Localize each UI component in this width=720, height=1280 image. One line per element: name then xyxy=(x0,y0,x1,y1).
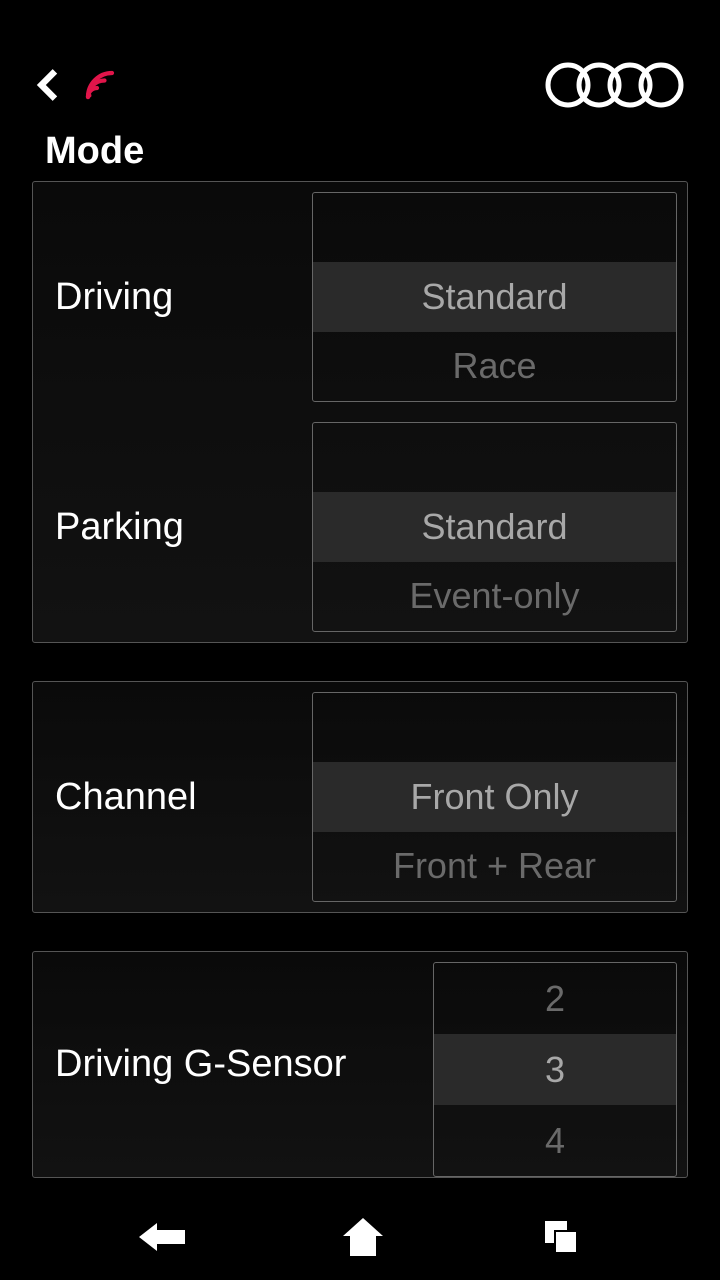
status-bar xyxy=(0,0,720,40)
back-button[interactable] xyxy=(30,65,64,105)
settings-group-gsensor: Driving G-Sensor 2 3 4 xyxy=(32,951,688,1178)
nav-home-button[interactable] xyxy=(343,1218,383,1256)
header-left xyxy=(30,65,118,105)
setting-label: Driving xyxy=(33,276,312,319)
connection-icon xyxy=(82,67,118,103)
setting-label: Channel xyxy=(33,776,312,819)
settings-group-mode: Driving Standard Race Parking Standard E… xyxy=(32,181,688,643)
content-area: Driving Standard Race Parking Standard E… xyxy=(0,181,720,1178)
picker-option[interactable] xyxy=(313,423,676,492)
audi-logo xyxy=(540,60,690,110)
picker-option[interactable]: 4 xyxy=(434,1105,676,1176)
picker-parking[interactable]: Standard Event-only xyxy=(312,422,677,632)
picker-option[interactable] xyxy=(313,193,676,262)
nav-recents-button[interactable] xyxy=(541,1217,581,1257)
picker-option-selected[interactable]: Standard xyxy=(313,262,676,331)
setting-row-parking: Parking Standard Event-only xyxy=(33,412,687,642)
picker-gsensor[interactable]: 2 3 4 xyxy=(433,962,677,1177)
picker-option[interactable]: 2 xyxy=(434,963,676,1034)
picker-channel[interactable]: Front Only Front + Rear xyxy=(312,692,677,902)
nav-bar xyxy=(0,1194,720,1280)
picker-option[interactable]: Front + Rear xyxy=(313,832,676,901)
picker-option[interactable]: Race xyxy=(313,332,676,401)
picker-option-selected[interactable]: Front Only xyxy=(313,762,676,831)
picker-option[interactable] xyxy=(313,693,676,762)
header xyxy=(0,40,720,130)
nav-back-button[interactable] xyxy=(139,1219,185,1255)
picker-option-selected[interactable]: 3 xyxy=(434,1034,676,1105)
setting-row-gsensor: Driving G-Sensor 2 3 4 xyxy=(33,952,687,1177)
picker-option[interactable]: Event-only xyxy=(313,562,676,631)
setting-label: Driving G-Sensor xyxy=(33,1043,433,1086)
setting-label: Parking xyxy=(33,506,312,549)
picker-option-selected[interactable]: Standard xyxy=(313,492,676,561)
page-title: Mode xyxy=(0,130,720,173)
setting-row-channel: Channel Front Only Front + Rear xyxy=(33,682,687,912)
setting-row-driving: Driving Standard Race xyxy=(33,182,687,412)
settings-group-channel: Channel Front Only Front + Rear xyxy=(32,681,688,913)
picker-driving[interactable]: Standard Race xyxy=(312,192,677,402)
